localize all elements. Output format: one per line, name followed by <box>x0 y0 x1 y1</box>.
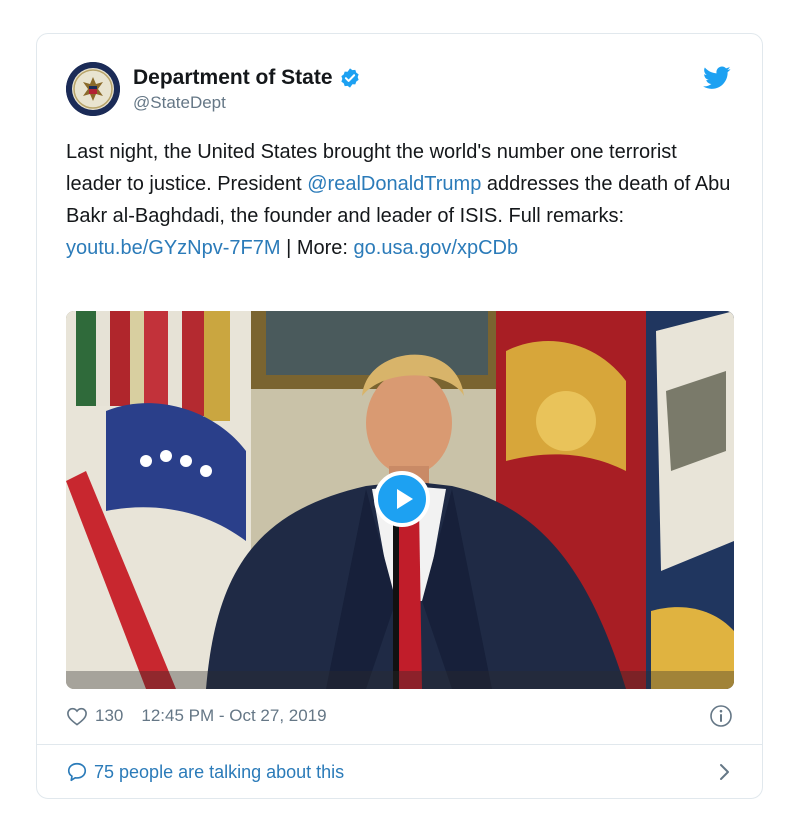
like-count: 130 <box>95 706 124 725</box>
handle[interactable]: @StateDept <box>133 92 361 114</box>
divider <box>37 744 762 745</box>
timestamp[interactable]: 12:45 PM - Oct 27, 2019 <box>141 706 326 726</box>
tweet-text: Last night, the United States brought th… <box>66 136 736 264</box>
tweet-text-part: | More: <box>280 237 354 259</box>
avatar[interactable] <box>66 62 120 116</box>
heart-icon[interactable] <box>66 706 88 726</box>
conversation-label[interactable]: 75 people are talking about this <box>94 762 344 783</box>
video-player[interactable] <box>66 311 734 689</box>
account-names: Department of State @StateDept <box>133 66 361 114</box>
twitter-bird-icon[interactable] <box>703 66 731 90</box>
chevron-right-icon[interactable] <box>717 763 731 781</box>
more-link[interactable]: go.usa.gov/xpCDb <box>354 237 519 259</box>
tweet-meta: 130 12:45 PM - Oct 27, 2019 <box>66 702 733 730</box>
youtube-link[interactable]: youtu.be/GYzNpv-7F7M <box>66 237 281 259</box>
info-icon[interactable] <box>709 704 733 728</box>
tweet-header: Department of State @StateDept <box>66 60 733 122</box>
comment-bubble-icon <box>67 762 87 782</box>
conversation-link[interactable]: 75 people are talking about this <box>66 758 733 786</box>
play-button[interactable] <box>374 471 430 527</box>
display-name[interactable]: Department of State <box>133 66 333 90</box>
seal-icon <box>66 62 120 116</box>
tweet-card[interactable]: Department of State @StateDept Last nigh… <box>36 33 763 799</box>
verified-badge-icon <box>340 68 359 88</box>
mention-link[interactable]: @realDonaldTrump <box>307 173 481 195</box>
